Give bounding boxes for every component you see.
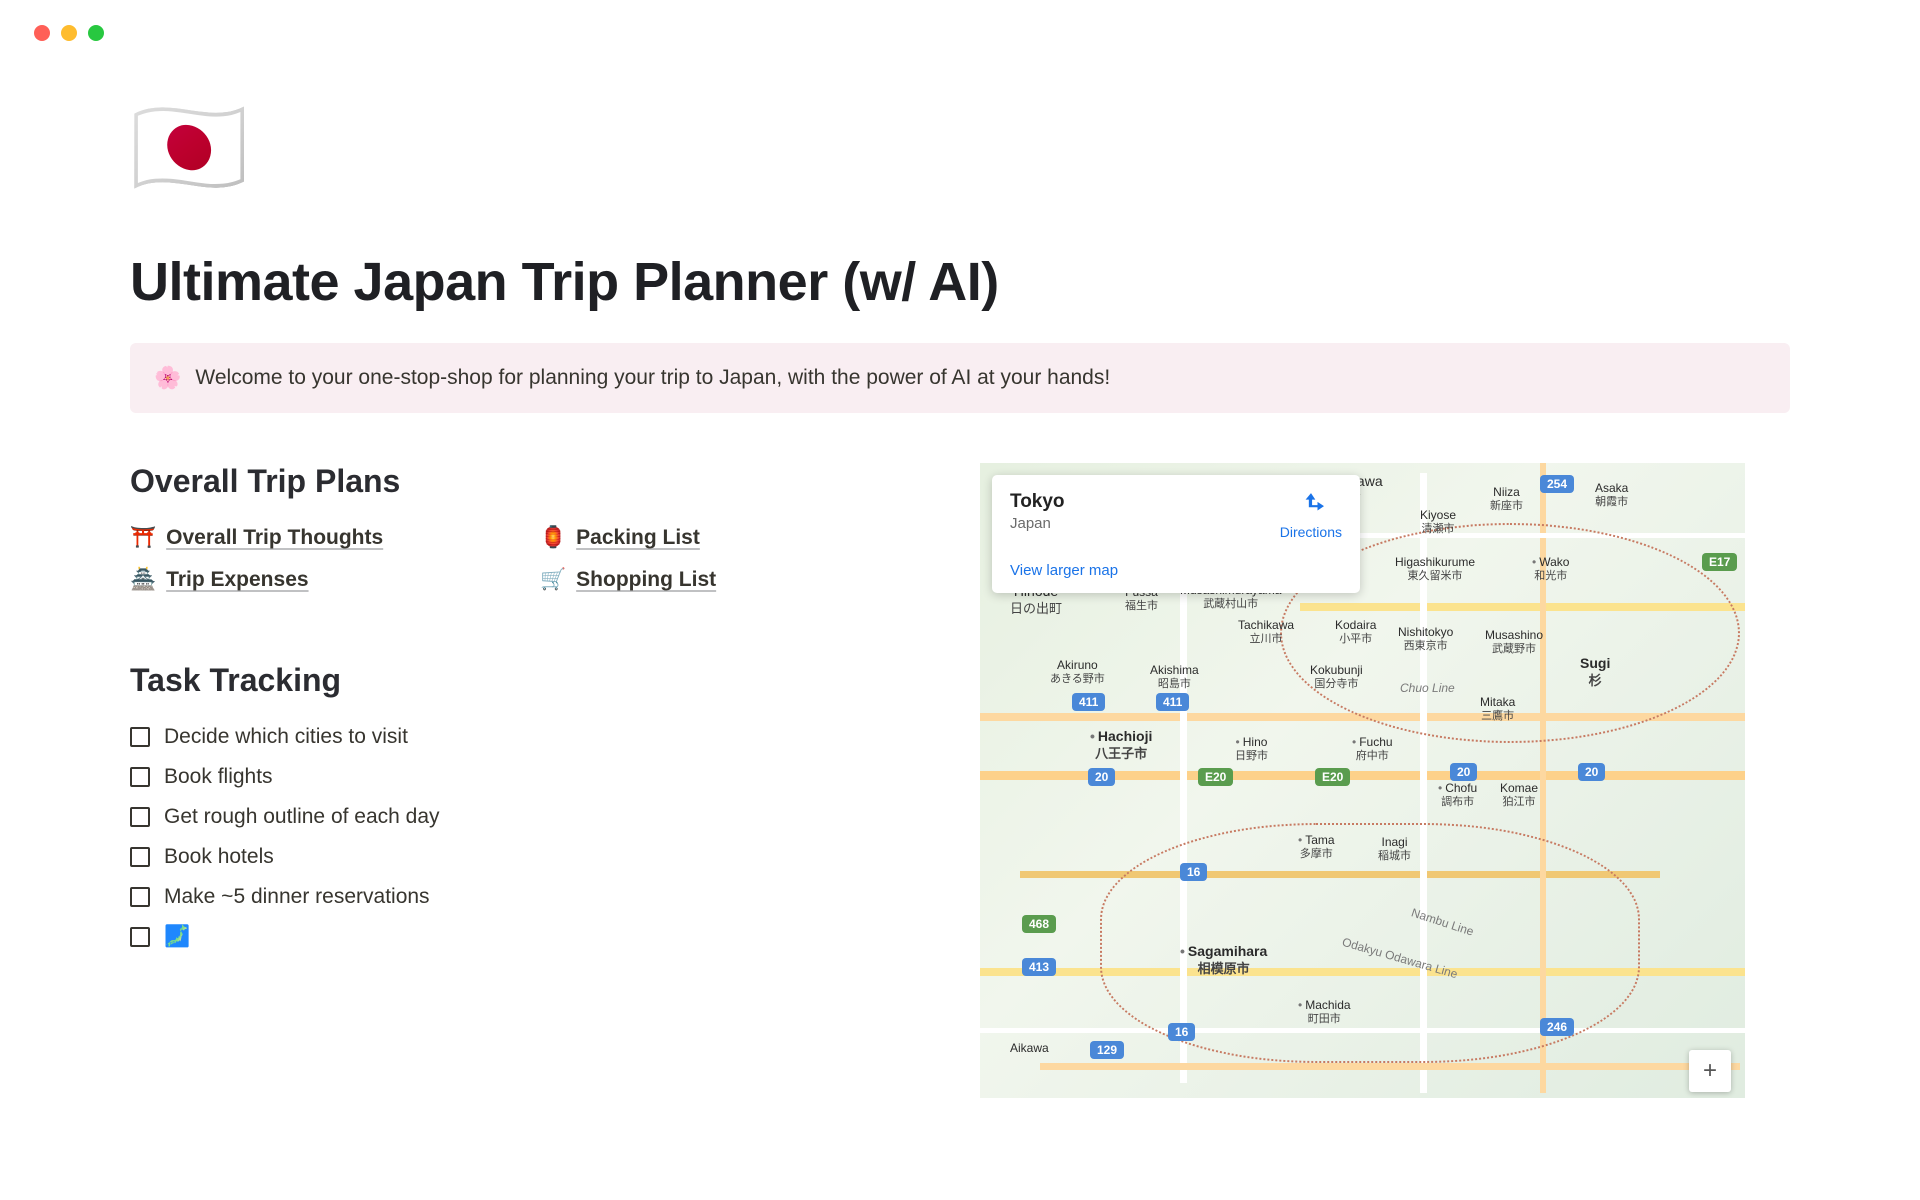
task-row[interactable]: Book hotels [130,845,920,869]
route-shield: 129 [1090,1041,1124,1059]
route-shield: 16 [1180,863,1207,881]
task-label: Decide which cities to visit [164,725,408,749]
directions-icon [1298,491,1324,517]
callout-block[interactable]: 🌸 Welcome to your one-stop-shop for plan… [130,343,1790,413]
task-label: Get rough outline of each day [164,805,440,829]
route-shield: E20 [1315,768,1350,786]
route-shield: 411 [1072,693,1105,711]
route-shield: 20 [1088,768,1115,786]
callout-text: Welcome to your one-stop-shop for planni… [195,366,1110,390]
lantern-icon: 🏮 [540,526,566,550]
map-zoom-controls: + [1689,1050,1731,1092]
page-link-label: Shopping List [576,568,716,592]
page-link-trip-expenses[interactable]: 🏯 Trip Expenses [130,568,510,592]
torii-icon: ⛩️ [130,526,156,550]
route-shield: 246 [1540,1018,1574,1036]
task-row[interactable]: Get rough outline of each day [130,805,920,829]
task-row[interactable]: Make ~5 dinner reservations [130,885,920,909]
page-icon[interactable]: 🇯🇵 [130,101,1790,196]
route-shield: 20 [1450,763,1477,781]
plan-links-grid: ⛩️ Overall Trip Thoughts 🏮 Packing List … [130,526,920,592]
task-label: Book flights [164,765,273,789]
window-close-button[interactable] [34,25,50,41]
task-label: Book hotels [164,845,274,869]
task-checkbox[interactable] [130,807,150,827]
directions-label: Directions [1280,524,1342,540]
page-link-shopping-list[interactable]: 🛒 Shopping List [540,568,920,592]
route-shield: 468 [1022,915,1056,933]
route-shield: 16 [1168,1023,1195,1041]
map-card-subtitle: Japan [1010,515,1065,532]
map-card-title: Tokyo [1010,491,1065,513]
task-checkbox[interactable] [130,847,150,867]
section-heading-tasks: Task Tracking [130,662,920,699]
task-list: Decide which cities to visit Book flight… [130,725,920,949]
map-embed[interactable]: 254 E17 411 411 20 E20 E20 20 20 16 16 4… [980,463,1745,1098]
zoom-in-button[interactable]: + [1689,1050,1731,1092]
task-label: Make ~5 dinner reservations [164,885,430,909]
task-row-empty[interactable]: 🗾 [130,925,920,949]
page-link-trip-thoughts[interactable]: ⛩️ Overall Trip Thoughts [130,526,510,550]
window-maximize-button[interactable] [88,25,104,41]
page-content: 🇯🇵 Ultimate Japan Trip Planner (w/ AI) 🌸… [0,41,1920,1098]
cart-icon: 🛒 [540,568,566,592]
window-chrome [0,0,1920,41]
directions-button[interactable]: Directions [1280,491,1342,540]
page-link-packing-list[interactable]: 🏮 Packing List [540,526,920,550]
cherry-blossom-icon: 🌸 [154,365,181,391]
task-row[interactable]: Book flights [130,765,920,789]
page-link-label: Trip Expenses [166,568,308,592]
japan-map-icon: 🗾 [164,925,190,949]
map-info-card: Tokyo Japan Directions View larger map [992,475,1360,593]
section-heading-plans: Overall Trip Plans [130,463,920,500]
task-checkbox[interactable] [130,887,150,907]
task-checkbox[interactable] [130,767,150,787]
view-larger-map-link[interactable]: View larger map [1010,562,1342,579]
route-shield: 254 [1540,475,1574,493]
page-link-label: Overall Trip Thoughts [166,526,383,550]
castle-icon: 🏯 [130,568,156,592]
route-shield: 20 [1578,763,1605,781]
task-checkbox[interactable] [130,727,150,747]
window-minimize-button[interactable] [61,25,77,41]
page-title[interactable]: Ultimate Japan Trip Planner (w/ AI) [130,251,1790,313]
route-shield: 413 [1022,958,1056,976]
task-checkbox[interactable] [130,927,150,947]
route-shield: 411 [1156,693,1189,711]
route-shield: E17 [1702,553,1737,571]
page-link-label: Packing List [576,526,700,550]
route-shield: E20 [1198,768,1233,786]
task-row[interactable]: Decide which cities to visit [130,725,920,749]
